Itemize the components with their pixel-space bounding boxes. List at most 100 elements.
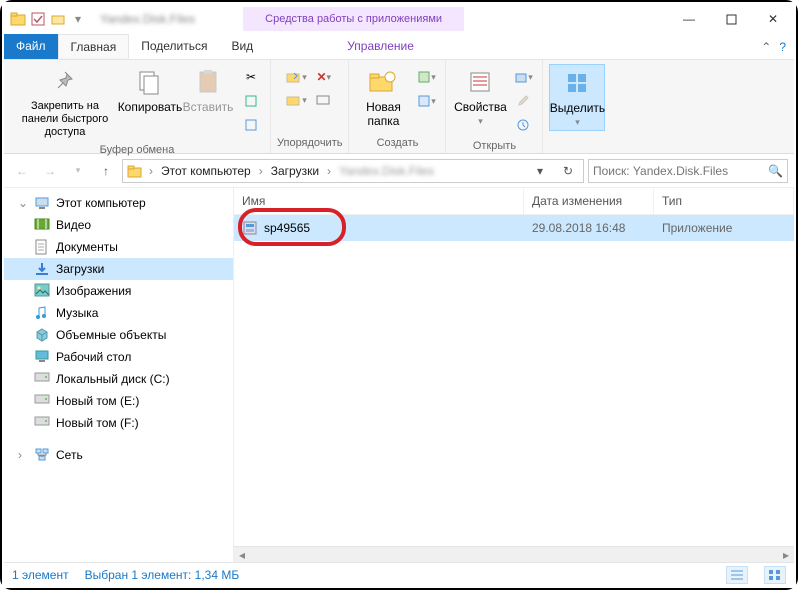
new-folder-label: Новая папка [357, 100, 409, 129]
refresh-button[interactable]: ↻ [557, 160, 579, 182]
crumb-this-pc[interactable]: Этот компьютер [159, 162, 253, 180]
chevron-right-icon[interactable]: › [259, 164, 263, 178]
forward-button[interactable]: → [38, 159, 62, 183]
properties-button[interactable]: Свойства ▾ [452, 64, 508, 129]
maximize-button[interactable] [710, 5, 752, 33]
tree-drive-c[interactable]: Локальный диск (C:) [4, 368, 233, 390]
file-row[interactable]: sp49565 29.08.2018 16:48 Приложение [234, 215, 794, 241]
crumb-folder[interactable]: Yandex.Disk.Files [337, 162, 436, 180]
select-label: Выделить [550, 101, 605, 115]
downloads-icon [34, 261, 50, 277]
back-button[interactable]: ← [10, 159, 34, 183]
file-list[interactable]: Имя Дата изменения Тип sp49565 29.08.201… [234, 188, 794, 562]
tab-home[interactable]: Главная [58, 34, 130, 59]
search-box[interactable]: 🔍 [588, 159, 788, 183]
folder-icon [10, 11, 26, 27]
copy-to-button[interactable]: ▾ [285, 89, 307, 111]
col-name[interactable]: Имя [234, 188, 524, 214]
video-icon [34, 217, 50, 233]
addr-dropdown-button[interactable]: ▾ [529, 160, 551, 182]
tree-downloads[interactable]: Загрузки [4, 258, 233, 280]
col-date[interactable]: Дата изменения [524, 188, 654, 214]
chevron-right-icon[interactable]: › [149, 164, 153, 178]
select-icon [561, 67, 593, 99]
titlebar: ▾ Yandex.Disk.Files Средства работы с пр… [4, 4, 794, 34]
rename-button[interactable] [313, 89, 335, 111]
tree-desktop[interactable]: Рабочий стол [4, 346, 233, 368]
tab-share[interactable]: Поделиться [129, 34, 219, 59]
copy-icon [134, 66, 166, 98]
desktop-icon [34, 349, 50, 365]
tree-this-pc[interactable]: ⌄ Этот компьютер [4, 192, 233, 214]
tab-manage[interactable]: Управление [335, 34, 426, 59]
paste-button[interactable]: Вставить [180, 64, 236, 116]
objects3d-icon [34, 327, 50, 343]
col-type[interactable]: Тип [654, 188, 794, 214]
history-button[interactable] [512, 114, 534, 136]
file-type: Приложение [654, 216, 794, 240]
pin-button[interactable]: Закрепить на панели быстрого доступа [10, 64, 120, 142]
drive-icon [34, 393, 50, 409]
new-item-button[interactable]: ▾ [415, 66, 437, 88]
copy-label: Копировать [118, 100, 183, 114]
tree-view[interactable]: ⌄ Этот компьютер Видео Документы Загрузк… [4, 188, 234, 562]
pin-icon [49, 66, 81, 98]
paste-shortcut-button[interactable] [240, 114, 262, 136]
pc-icon [34, 195, 50, 211]
tree-drive-f[interactable]: Новый том (F:) [4, 412, 233, 434]
select-button[interactable]: Выделить ▾ [549, 64, 605, 131]
scroll-right-icon[interactable]: ▸ [778, 548, 794, 562]
chevron-right-icon[interactable]: › [327, 164, 331, 178]
context-tab-label: Средства работы с приложениями [243, 7, 464, 31]
easy-access-button[interactable]: ▾ [415, 90, 437, 112]
address-bar[interactable]: › Этот компьютер › Загрузки › Yandex.Dis… [122, 159, 584, 183]
properties-icon [464, 66, 496, 98]
properties-label: Свойства [454, 100, 507, 114]
cut-icon: ✂ [246, 70, 256, 84]
search-icon[interactable]: 🔍 [768, 164, 783, 178]
window-title: Yandex.Disk.Files [92, 12, 203, 26]
copy-button[interactable]: Копировать [122, 64, 178, 116]
qat-dropdown-icon[interactable]: ▾ [70, 11, 86, 27]
status-count: 1 элемент [12, 568, 69, 582]
tab-view[interactable]: Вид [219, 34, 265, 59]
copy-path-button[interactable] [240, 90, 262, 112]
tree-drive-e[interactable]: Новый том (E:) [4, 390, 233, 412]
minimize-button[interactable]: — [668, 5, 710, 33]
crumb-downloads[interactable]: Загрузки [269, 162, 321, 180]
new-folder-button[interactable]: Новая папка [355, 64, 411, 131]
cut-button[interactable]: ✂ [240, 66, 262, 88]
search-input[interactable] [593, 164, 768, 178]
move-to-button[interactable]: ▾ [285, 66, 307, 88]
pin-label: Закрепить на панели быстрого доступа [12, 100, 118, 140]
folder-icon [127, 164, 143, 178]
qat-checkbox-icon[interactable] [30, 11, 46, 27]
tab-file[interactable]: Файл [4, 34, 58, 59]
tree-music[interactable]: Музыка [4, 302, 233, 324]
qat-folder-icon[interactable] [50, 11, 66, 27]
group-open-label: Открыть [473, 138, 516, 152]
tree-network[interactable]: › Сеть [4, 444, 233, 466]
drive-icon [34, 371, 50, 387]
group-select-label [576, 135, 579, 149]
help-icon[interactable]: ? [779, 40, 786, 54]
scroll-left-icon[interactable]: ◂ [234, 548, 250, 562]
group-organize-label: Упорядочить [277, 135, 342, 149]
edit-button[interactable] [512, 90, 534, 112]
tree-documents[interactable]: Документы [4, 236, 233, 258]
delete-button[interactable]: ✕▾ [313, 66, 335, 88]
view-details-button[interactable] [726, 566, 748, 584]
view-icons-button[interactable] [764, 566, 786, 584]
tree-video[interactable]: Видео [4, 214, 233, 236]
horizontal-scrollbar[interactable]: ◂ ▸ [234, 546, 794, 562]
exe-icon [242, 220, 258, 236]
recent-button[interactable]: ▾ [66, 159, 90, 183]
tree-3d-objects[interactable]: Объемные объекты [4, 324, 233, 346]
status-bar: 1 элемент Выбран 1 элемент: 1,34 МБ [4, 562, 794, 586]
up-button[interactable]: ↑ [94, 159, 118, 183]
tree-pictures[interactable]: Изображения [4, 280, 233, 302]
open-button[interactable]: ▾ [512, 66, 534, 88]
ribbon-collapse-icon[interactable]: ⌃ [761, 40, 771, 54]
music-icon [34, 305, 50, 321]
close-button[interactable]: ✕ [752, 5, 794, 33]
